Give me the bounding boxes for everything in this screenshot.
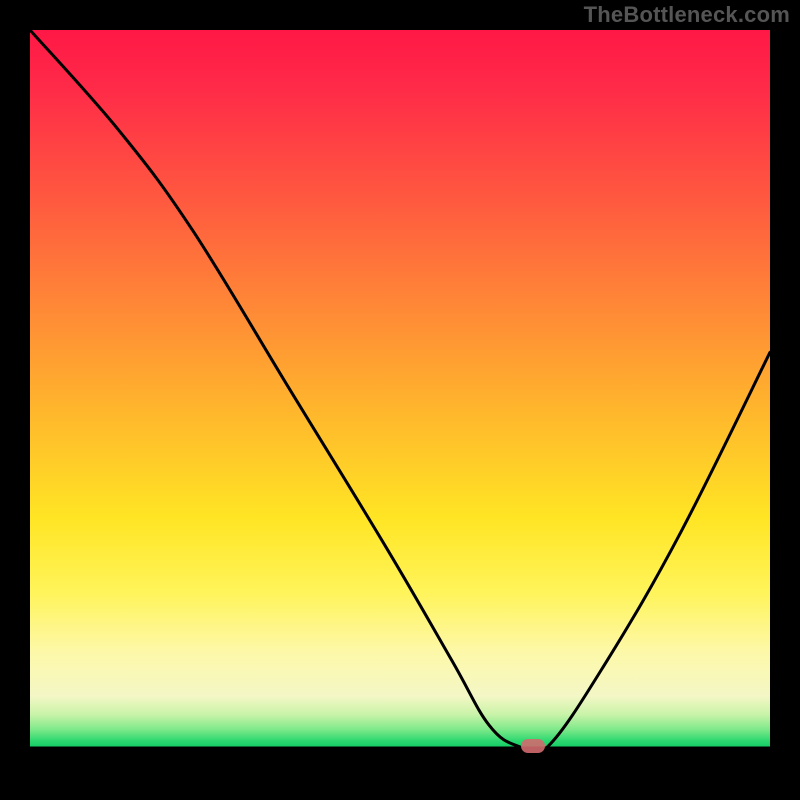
curve-svg xyxy=(30,30,770,770)
watermark-text: TheBottleneck.com xyxy=(584,2,790,28)
curve-path xyxy=(30,30,770,754)
minimum-marker xyxy=(521,739,545,753)
plot-area xyxy=(30,30,770,770)
chart-frame: TheBottleneck.com xyxy=(0,0,800,800)
